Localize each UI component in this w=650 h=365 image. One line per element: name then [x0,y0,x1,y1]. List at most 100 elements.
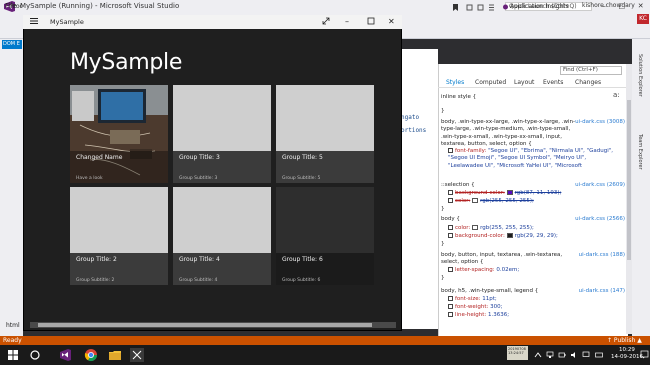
group-tile[interactable]: Group Title: 3 Group Subtitle: 3 [173,85,271,183]
windows-start-icon[interactable] [6,348,20,362]
rule-selector[interactable]: inline style { [441,94,476,101]
property-row[interactable]: font-weight: 300; [448,304,502,311]
property-name: color: [455,198,471,204]
notifications-icon[interactable] [640,350,649,359]
rule-source-link[interactable]: ui-dark.css (2609) [575,182,625,189]
styles-rules: inline style { } body, .win-type-xx-larg… [441,94,625,334]
tile-placeholder-image [173,187,271,253]
tab-changes[interactable]: Changes [575,79,601,86]
maximize-icon[interactable] [367,17,375,25]
group-tile[interactable]: Group Title: 5 Group Subtitle: 5 [276,85,374,183]
property-value: 0.02em; [496,267,520,273]
property-row[interactable]: color: rgb(255, 255, 255); [448,225,534,232]
toolbar-icon[interactable] [466,4,473,11]
avatar[interactable]: KC [637,14,649,24]
vs-status-bar [0,336,650,345]
file-explorer-icon[interactable] [108,348,122,362]
rule-source-link[interactable]: ui-dark.css (188) [579,252,625,259]
html-node-label[interactable]: html [6,322,20,329]
property-checkbox[interactable] [448,148,453,153]
rule-source-link[interactable]: ui-dark.css (2566) [575,216,625,223]
toolbar-icon[interactable] [477,4,484,11]
clock[interactable]: 10:29 14-09-2016 [611,347,643,361]
battery-icon[interactable] [558,351,566,359]
rule-selector[interactable]: body { [441,216,460,223]
property-name: background-color: [455,233,505,239]
application-insights-button[interactable]: Application Insights [510,3,569,10]
network-icon[interactable] [546,351,554,359]
team-explorer-tab[interactable]: Team Explorer [637,134,643,170]
rule-selector[interactable]: body, .win-type-xx-large, .win-type-x-la… [441,119,581,148]
rule-selector[interactable]: body, h5, .win-type-small, legend { [441,288,538,295]
rule-selector[interactable]: body, button, input, textarea, .win-text… [441,252,581,267]
tab-styles[interactable]: Styles [446,79,464,86]
keyboard-icon[interactable] [595,351,603,359]
panel-scrollbar-thumb[interactable] [627,100,631,260]
group-tile[interactable]: Changed Name Have a look [70,85,168,183]
property-row[interactable]: background-color: rgb(29, 29, 29); [448,233,558,240]
property-row[interactable]: line-height: 1.3636; [448,312,509,319]
vs-window-title: MySample (Running) - Microsoft Visual St… [20,2,180,10]
property-checkbox[interactable] [448,190,453,195]
property-name: color: [455,225,471,231]
app-window-title: MySample [50,18,84,26]
tab-computed[interactable]: Computed [475,79,506,86]
tab-layout[interactable]: Layout [514,79,534,86]
code-fragment: ngato [401,114,420,121]
property-checkbox[interactable] [448,225,453,230]
property-checkbox[interactable] [448,198,453,203]
find-input[interactable]: Find (Ctrl+F) [560,66,622,75]
rule-close: } [441,275,445,281]
display-icon[interactable] [582,351,590,359]
app-scrollbar-thumb[interactable] [38,323,372,327]
visual-studio-taskbar-icon[interactable] [58,348,72,362]
close-icon[interactable]: ✕ [638,1,644,12]
app-taskbar-icon[interactable] [130,348,144,362]
expand-icon[interactable] [322,17,330,25]
color-swatch[interactable] [506,190,513,195]
color-swatch[interactable] [506,233,513,238]
publish-button[interactable]: ↑ Publish ▲ [607,337,642,344]
process-label: Proc [10,3,23,10]
tray-thumbnail[interactable]: 20190708 13:24:57 [507,346,528,360]
color-swatch[interactable] [472,198,479,203]
code-editor-background [400,49,438,329]
minimize-icon[interactable]: – [345,17,349,26]
user-name[interactable]: kishore chowdary [582,2,635,9]
solution-explorer-tab[interactable]: Solution Explorer [637,54,643,97]
hamburger-menu-icon[interactable] [30,17,38,25]
search-circle-icon[interactable] [28,348,42,362]
left-tool-strip [0,39,23,336]
tile-placeholder-image [70,187,168,253]
right-tool-rail: Solution Explorer Team Explorer [632,39,650,336]
group-tile[interactable]: Group Title: 6 Group Subtitle: 6 [276,187,374,285]
property-row[interactable]: font-size: 11pt; [448,296,497,303]
property-row[interactable]: background-color: rgb(87, 11, 193); [448,190,561,197]
property-checkbox[interactable] [448,233,453,238]
bookmark-icon[interactable] [452,4,459,11]
color-swatch[interactable] [472,225,479,230]
rule-close: } [441,108,445,114]
group-tile[interactable]: Group Title: 4 Group Subtitle: 4 [173,187,271,285]
volume-icon[interactable] [570,351,578,359]
property-checkbox[interactable] [448,304,453,309]
rule-source-link[interactable]: ui-dark.css (147) [579,288,625,295]
close-icon[interactable]: ✕ [388,17,395,26]
property-checkbox[interactable] [448,296,453,301]
toolbar-icon[interactable] [488,4,495,11]
group-tile[interactable]: Group Title: 2 Group Subtitle: 2 [70,187,168,285]
property-value: 1.3636; [488,312,510,318]
property-row[interactable]: letter-spacing: 0.02em; [448,267,519,274]
chevron-up-icon[interactable] [534,351,542,359]
tab-events[interactable]: Events [543,79,563,86]
rule-selector[interactable]: ::selection { [441,182,475,189]
property-row[interactable]: color: rgb(255, 255, 255); [448,198,534,205]
property-checkbox[interactable] [448,312,453,317]
tile-subtitle: Group Subtitle: 3 [179,176,218,181]
property-row[interactable]: font-family: "Segoe UI", "Ebrima", "Nirm… [448,148,623,170]
dom-explorer-tab[interactable]: DOM E [2,40,22,49]
rule-source-link[interactable]: ui-dark.css (3008) [575,119,625,126]
property-name: letter-spacing: [455,267,495,273]
property-checkbox[interactable] [448,267,453,272]
chrome-icon[interactable] [84,348,98,362]
